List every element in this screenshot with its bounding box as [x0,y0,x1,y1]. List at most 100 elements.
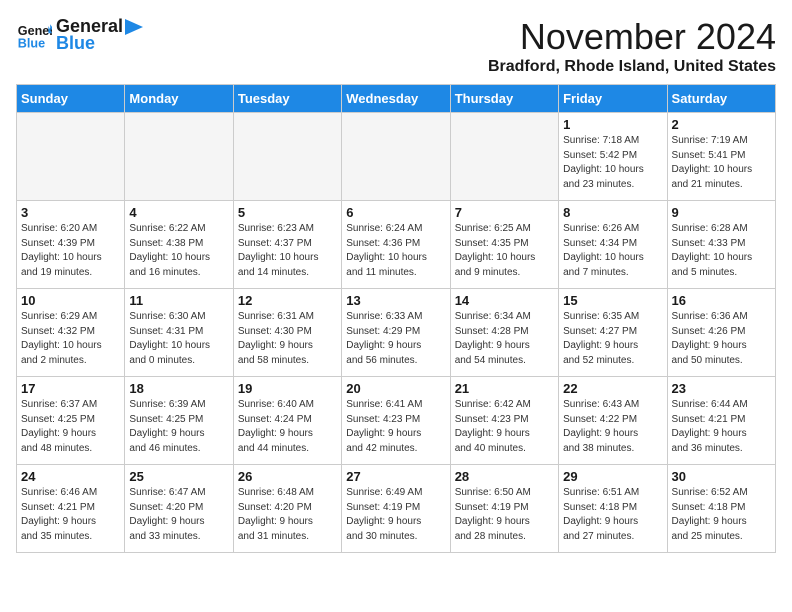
day-number: 20 [346,381,445,396]
day-number: 30 [672,469,771,484]
calendar-cell [233,113,341,201]
day-number: 28 [455,469,554,484]
day-detail: Sunrise: 6:35 AM Sunset: 4:27 PM Dayligh… [563,310,662,368]
weekday-header: Monday [125,85,233,113]
day-number: 8 [563,205,662,220]
weekday-header: Sunday [17,85,125,113]
day-number: 16 [672,293,771,308]
calendar-cell: 22 Sunrise: 6:43 AM Sunset: 4:22 PM Dayli… [559,377,667,465]
day-detail: Sunrise: 6:50 AM Sunset: 4:19 PM Dayligh… [455,486,554,544]
day-detail: Sunrise: 6:22 AM Sunset: 4:38 PM Dayligh… [129,222,228,280]
calendar-cell [17,113,125,201]
calendar-cell: 10 Sunrise: 6:29 AM Sunset: 4:32 PM Dayli… [17,289,125,377]
day-detail: Sunrise: 6:24 AM Sunset: 4:36 PM Dayligh… [346,222,445,280]
location: Bradford, Rhode Island, United States [488,58,776,76]
day-detail: Sunrise: 7:19 AM Sunset: 5:41 PM Dayligh… [672,134,771,192]
calendar-cell: 11 Sunrise: 6:30 AM Sunset: 4:31 PM Dayli… [125,289,233,377]
header-area: General Blue General Blue November 2024 … [16,16,776,76]
day-number: 14 [455,293,554,308]
day-number: 22 [563,381,662,396]
weekday-header: Friday [559,85,667,113]
calendar-cell [125,113,233,201]
day-number: 18 [129,381,228,396]
day-detail: Sunrise: 6:52 AM Sunset: 4:18 PM Dayligh… [672,486,771,544]
calendar-cell: 1 Sunrise: 7:18 AM Sunset: 5:42 PM Daylig… [559,113,667,201]
day-number: 12 [238,293,337,308]
calendar-cell: 2 Sunrise: 7:19 AM Sunset: 5:41 PM Daylig… [667,113,775,201]
day-number: 26 [238,469,337,484]
day-number: 13 [346,293,445,308]
day-detail: Sunrise: 6:49 AM Sunset: 4:19 PM Dayligh… [346,486,445,544]
day-number: 7 [455,205,554,220]
day-detail: Sunrise: 6:20 AM Sunset: 4:39 PM Dayligh… [21,222,120,280]
day-detail: Sunrise: 6:29 AM Sunset: 4:32 PM Dayligh… [21,310,120,368]
logo: General Blue General Blue [16,16,143,54]
day-number: 24 [21,469,120,484]
svg-text:Blue: Blue [18,37,45,51]
calendar-cell: 3 Sunrise: 6:20 AM Sunset: 4:39 PM Daylig… [17,201,125,289]
day-number: 23 [672,381,771,396]
day-detail: Sunrise: 6:36 AM Sunset: 4:26 PM Dayligh… [672,310,771,368]
day-detail: Sunrise: 6:41 AM Sunset: 4:23 PM Dayligh… [346,398,445,456]
calendar-cell: 4 Sunrise: 6:22 AM Sunset: 4:38 PM Daylig… [125,201,233,289]
calendar-header-row: SundayMondayTuesdayWednesdayThursdayFrid… [17,85,776,113]
day-detail: Sunrise: 6:48 AM Sunset: 4:20 PM Dayligh… [238,486,337,544]
weekday-header: Wednesday [342,85,450,113]
day-detail: Sunrise: 6:42 AM Sunset: 4:23 PM Dayligh… [455,398,554,456]
calendar-cell: 12Sunrise: 6:31 AM Sunset: 4:30 PM Dayli… [233,289,341,377]
calendar-week-row: 17 Sunrise: 6:37 AM Sunset: 4:25 PM Dayli… [17,377,776,465]
day-number: 6 [346,205,445,220]
day-number: 15 [563,293,662,308]
calendar-cell [450,113,558,201]
day-detail: Sunrise: 6:43 AM Sunset: 4:22 PM Dayligh… [563,398,662,456]
calendar-cell: 8 Sunrise: 6:26 AM Sunset: 4:34 PM Daylig… [559,201,667,289]
day-detail: Sunrise: 6:51 AM Sunset: 4:18 PM Dayligh… [563,486,662,544]
day-detail: Sunrise: 6:23 AM Sunset: 4:37 PM Dayligh… [238,222,337,280]
calendar-cell: 17 Sunrise: 6:37 AM Sunset: 4:25 PM Dayli… [17,377,125,465]
day-number: 17 [21,381,120,396]
logo-arrow-icon [125,19,143,35]
calendar-cell: 14 Sunrise: 6:34 AM Sunset: 4:28 PM Dayli… [450,289,558,377]
calendar-cell: 6 Sunrise: 6:24 AM Sunset: 4:36 PM Daylig… [342,201,450,289]
day-detail: Sunrise: 6:40 AM Sunset: 4:24 PM Dayligh… [238,398,337,456]
calendar-cell: 21 Sunrise: 6:42 AM Sunset: 4:23 PM Dayli… [450,377,558,465]
calendar-cell: 23Sunrise: 6:44 AM Sunset: 4:21 PM Dayli… [667,377,775,465]
day-detail: Sunrise: 6:47 AM Sunset: 4:20 PM Dayligh… [129,486,228,544]
day-number: 21 [455,381,554,396]
day-number: 11 [129,293,228,308]
calendar: SundayMondayTuesdayWednesdayThursdayFrid… [16,84,776,553]
calendar-cell: 19 Sunrise: 6:40 AM Sunset: 4:24 PM Dayli… [233,377,341,465]
day-detail: Sunrise: 7:18 AM Sunset: 5:42 PM Dayligh… [563,134,662,192]
day-number: 2 [672,117,771,132]
day-number: 10 [21,293,120,308]
calendar-cell: 15 Sunrise: 6:35 AM Sunset: 4:27 PM Dayli… [559,289,667,377]
day-number: 9 [672,205,771,220]
day-detail: Sunrise: 6:46 AM Sunset: 4:21 PM Dayligh… [21,486,120,544]
day-number: 19 [238,381,337,396]
day-detail: Sunrise: 6:28 AM Sunset: 4:33 PM Dayligh… [672,222,771,280]
title-area: November 2024 Bradford, Rhode Island, Un… [488,16,776,76]
calendar-cell: 20 Sunrise: 6:41 AM Sunset: 4:23 PM Dayli… [342,377,450,465]
calendar-cell: 16 Sunrise: 6:36 AM Sunset: 4:26 PM Dayli… [667,289,775,377]
day-number: 4 [129,205,228,220]
calendar-cell: 5 Sunrise: 6:23 AM Sunset: 4:37 PM Daylig… [233,201,341,289]
month-title: November 2024 [488,16,776,58]
day-detail: Sunrise: 6:30 AM Sunset: 4:31 PM Dayligh… [129,310,228,368]
calendar-cell: 18Sunrise: 6:39 AM Sunset: 4:25 PM Dayli… [125,377,233,465]
calendar-cell: 24 Sunrise: 6:46 AM Sunset: 4:21 PM Dayli… [17,465,125,553]
weekday-header: Saturday [667,85,775,113]
calendar-cell: 9 Sunrise: 6:28 AM Sunset: 4:33 PM Daylig… [667,201,775,289]
calendar-cell: 29 Sunrise: 6:51 AM Sunset: 4:18 PM Dayli… [559,465,667,553]
day-detail: Sunrise: 6:37 AM Sunset: 4:25 PM Dayligh… [21,398,120,456]
day-detail: Sunrise: 6:33 AM Sunset: 4:29 PM Dayligh… [346,310,445,368]
day-number: 5 [238,205,337,220]
day-number: 1 [563,117,662,132]
day-number: 29 [563,469,662,484]
day-detail: Sunrise: 6:34 AM Sunset: 4:28 PM Dayligh… [455,310,554,368]
calendar-cell: 13 Sunrise: 6:33 AM Sunset: 4:29 PM Dayli… [342,289,450,377]
calendar-cell: 25Sunrise: 6:47 AM Sunset: 4:20 PM Dayli… [125,465,233,553]
day-detail: Sunrise: 6:26 AM Sunset: 4:34 PM Dayligh… [563,222,662,280]
day-number: 3 [21,205,120,220]
calendar-cell [342,113,450,201]
weekday-header: Thursday [450,85,558,113]
